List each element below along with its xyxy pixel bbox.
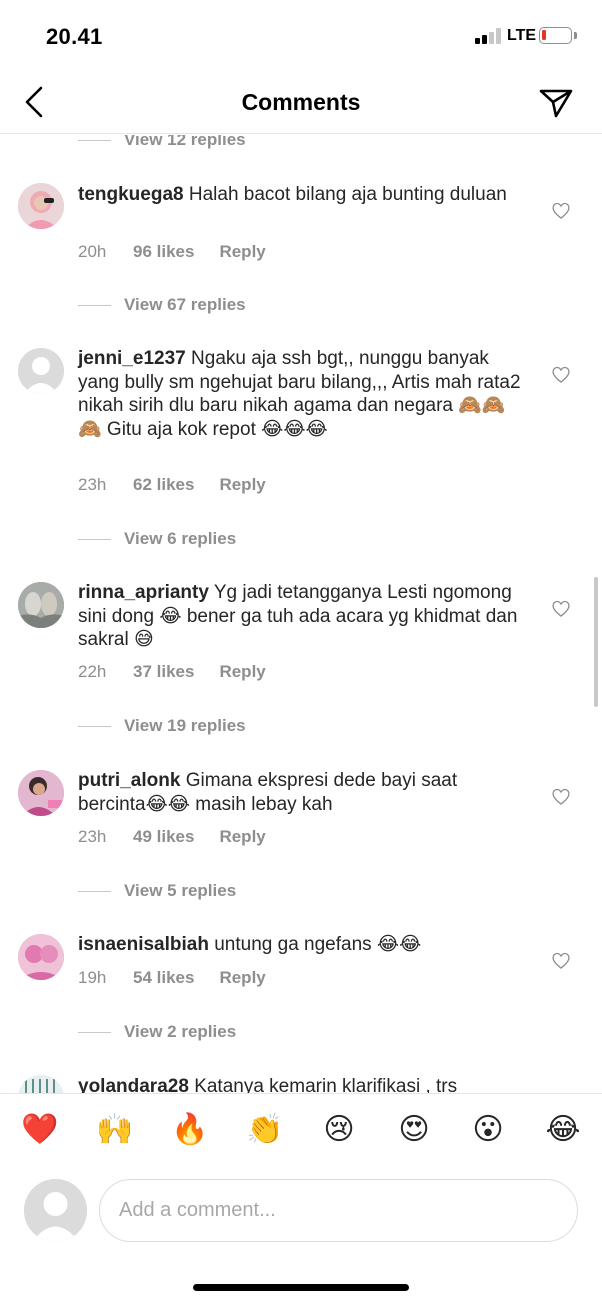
avatar[interactable] [18, 934, 64, 980]
signal-icon [475, 28, 503, 44]
comment-username[interactable]: tengkuega8 [78, 184, 184, 205]
likes-count[interactable]: 96 likes [133, 242, 194, 262]
emoji-clap-button[interactable]: 👏 [246, 1112, 283, 1148]
comment-username[interactable]: isnaenisalbiah [78, 934, 209, 955]
scrollbar[interactable] [594, 577, 598, 707]
comment-meta: 23h 62 likes Reply [78, 475, 266, 495]
reply-button[interactable]: Reply [219, 475, 265, 495]
status-bar: 20.41 LTE [0, 0, 602, 72]
heart-icon[interactable] [551, 365, 571, 385]
status-time: 20.41 [46, 24, 103, 49]
avatar[interactable] [18, 770, 64, 816]
comment-username[interactable]: putri_alonk [78, 770, 180, 791]
heart-icon[interactable] [551, 787, 571, 807]
likes-count[interactable]: 54 likes [133, 968, 194, 988]
home-indicator[interactable] [193, 1284, 409, 1291]
emoji-laughing-button[interactable]: 😂 [545, 1112, 581, 1148]
avatar[interactable] [18, 582, 64, 628]
comments-feed[interactable]: View 12 replies tengkuega8 Halah bacot b… [0, 135, 602, 1093]
comment-meta: 19h 54 likes Reply [78, 968, 266, 988]
reply-button[interactable]: Reply [219, 242, 265, 262]
comment-input[interactable] [99, 1179, 578, 1242]
emoji-crying-button[interactable]: 😢 [321, 1112, 357, 1148]
comment-time: 19h [78, 968, 107, 987]
comment-time: 23h [78, 827, 107, 846]
comment-text: untung ga ngefans 😂😂 [214, 934, 422, 955]
comment-username[interactable]: jenni_e1237 [78, 348, 186, 369]
emoji-heart-button[interactable]: ❤️ [21, 1112, 58, 1148]
battery-icon [539, 27, 572, 44]
comment-text: Halah bacot bilang aja bunting duluan [188, 184, 507, 205]
comment-meta: 22h 37 likes Reply [78, 662, 266, 682]
reply-button[interactable]: Reply [219, 827, 265, 847]
comment-meta: 20h 96 likes Reply [78, 242, 266, 262]
reply-button[interactable]: Reply [219, 968, 265, 988]
emoji-fire-button[interactable]: 🔥 [171, 1112, 208, 1148]
view-replies-link[interactable]: View 5 replies [78, 879, 236, 903]
paper-plane-icon [539, 89, 573, 118]
avatar[interactable] [18, 183, 64, 229]
view-replies-link[interactable]: View 2 replies [78, 1020, 236, 1044]
heart-icon[interactable] [551, 201, 571, 221]
comment-time: 22h [78, 662, 107, 681]
reply-button[interactable]: Reply [219, 662, 265, 682]
view-replies-link[interactable]: View 19 replies [78, 714, 246, 738]
view-replies-link[interactable]: View 67 replies [78, 293, 246, 317]
emoji-quick-bar: ❤️ 🙌 🔥 👏 😢 😍 😮 😂 [0, 1093, 602, 1163]
likes-count[interactable]: 62 likes [133, 475, 194, 495]
emoji-heart-eyes-button[interactable]: 😍 [396, 1112, 432, 1148]
view-replies-link[interactable]: View 6 replies [78, 527, 236, 551]
comment-time: 20h [78, 242, 107, 261]
comment-text: Katanya kemarin klarifikasi , trs [194, 1076, 458, 1093]
header: Comments [0, 72, 602, 134]
comment-username[interactable]: rinna_aprianty [78, 582, 209, 603]
view-replies-link[interactable]: View 12 replies [78, 135, 246, 152]
comment-time: 23h [78, 475, 107, 494]
send-button[interactable] [536, 82, 576, 122]
likes-count[interactable]: 49 likes [133, 827, 194, 847]
emoji-surprised-button[interactable]: 😮 [470, 1112, 506, 1148]
emoji-raised-hands-button[interactable]: 🙌 [96, 1112, 133, 1148]
network-label: LTE [507, 27, 537, 44]
heart-icon[interactable] [551, 599, 571, 619]
heart-icon[interactable] [551, 951, 571, 971]
likes-count[interactable]: 37 likes [133, 662, 194, 682]
battery-nub [574, 32, 577, 39]
comment-username[interactable]: yolandara28 [78, 1076, 189, 1093]
user-avatar [24, 1179, 87, 1242]
comment-meta: 23h 49 likes Reply [78, 827, 266, 847]
page-title: Comments [241, 89, 361, 115]
avatar[interactable] [18, 348, 64, 394]
comment-composer [0, 1163, 602, 1263]
avatar[interactable] [18, 1075, 64, 1093]
